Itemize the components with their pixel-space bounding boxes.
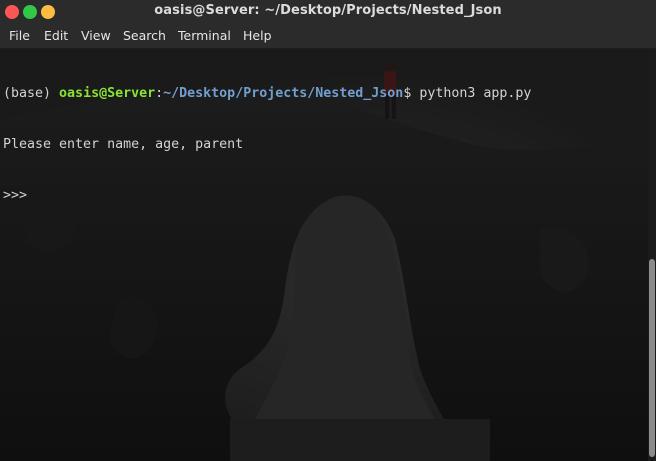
menu-bar: File Edit View Search Terminal Help [0, 24, 656, 49]
terminal-window: oasis@Server: ~/Desktop/Projects/Nested_… [0, 0, 656, 461]
menu-view[interactable]: View [81, 28, 111, 43]
prompt-path: ~/Desktop/Projects/Nested_Json [163, 86, 404, 101]
input-prompt: >>> [3, 188, 28, 203]
command-text: python3 app.py [419, 86, 532, 101]
menu-edit[interactable]: Edit [44, 28, 68, 43]
output-line: Please enter name, age, parent [3, 137, 244, 152]
menu-search[interactable]: Search [123, 28, 166, 43]
prompt-symbol: $ [403, 86, 420, 101]
terminal-area[interactable]: (base) oasis@Server:~/Desktop/Projects/N… [0, 49, 648, 461]
window-title: oasis@Server: ~/Desktop/Projects/Nested_… [154, 3, 502, 18]
terminal-text: (base) oasis@Server:~/Desktop/Projects/N… [3, 51, 531, 238]
command-line: (base) oasis@Server:~/Desktop/Projects/N… [3, 85, 531, 102]
vertical-scrollbar[interactable] [648, 49, 656, 461]
prompt-user-host: oasis@Server [59, 86, 156, 101]
prompt-separator: : [155, 86, 164, 101]
menu-file[interactable]: File [9, 28, 30, 43]
conda-env: (base) [3, 86, 60, 101]
scrollbar-thumb[interactable] [649, 259, 655, 457]
menu-help[interactable]: Help [243, 28, 272, 43]
title-bar[interactable]: oasis@Server: ~/Desktop/Projects/Nested_… [0, 0, 656, 24]
menu-terminal[interactable]: Terminal [178, 28, 231, 43]
